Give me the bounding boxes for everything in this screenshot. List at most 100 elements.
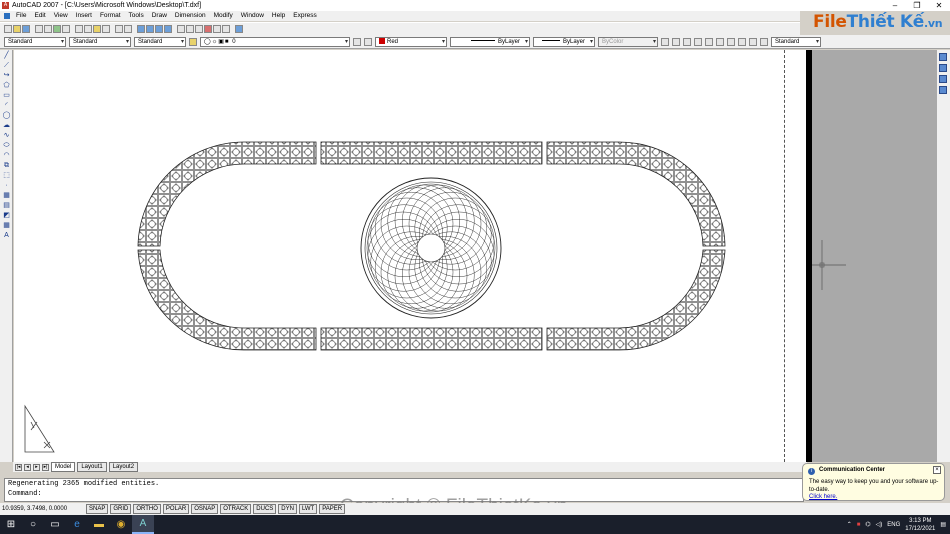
copy-icon[interactable] [84, 25, 92, 33]
restore-button[interactable]: ❐ [906, 0, 928, 11]
search-icon[interactable]: ○ [22, 515, 44, 534]
document-icon[interactable] [4, 13, 10, 19]
save-icon[interactable] [22, 25, 30, 33]
volume-icon[interactable]: ◁) [876, 521, 883, 528]
chrome-icon[interactable]: ◉ [110, 515, 132, 534]
polygon-icon[interactable]: ⬠ [2, 82, 11, 90]
menu-insert[interactable]: Insert [72, 11, 96, 21]
plot-preview-icon[interactable] [44, 25, 52, 33]
circle-icon[interactable]: ◯ [2, 112, 11, 120]
antivirus-icon[interactable]: ■ [857, 522, 861, 528]
tab-layout1[interactable]: Layout1 [77, 462, 107, 472]
insert-block-icon[interactable]: ⧉ [2, 162, 11, 170]
notifications-icon[interactable]: ▤ [940, 521, 946, 528]
drawing-area[interactable] [14, 50, 784, 462]
menu-window[interactable]: Window [237, 11, 268, 21]
cut-icon[interactable] [75, 25, 83, 33]
next-tab-nav[interactable]: ▸ [33, 463, 40, 471]
ellipse-icon[interactable]: ⬭ [2, 142, 11, 150]
construction-line-icon[interactable]: ⟋ [2, 62, 11, 70]
plot-icon[interactable] [35, 25, 43, 33]
dim-leader-icon[interactable] [749, 37, 757, 46]
clock[interactable]: 3:13 PM 17/12/2021 [905, 517, 935, 533]
dim-aligned-icon[interactable] [672, 37, 680, 46]
ducs-toggle[interactable]: DUCS [253, 504, 277, 514]
grid-toggle[interactable]: GRID [110, 504, 132, 514]
last-tab-nav[interactable]: ▸| [42, 463, 49, 471]
match-properties-icon[interactable] [102, 25, 110, 33]
hatch-icon[interactable]: ▦ [2, 192, 11, 200]
file-explorer-icon[interactable]: ▬ [88, 515, 110, 534]
task-view-icon[interactable]: ▭ [44, 515, 66, 534]
menu-express[interactable]: Express [289, 11, 320, 21]
text-style-select[interactable]: Standard [4, 36, 66, 47]
markup-icon[interactable] [213, 25, 221, 33]
coordinate-readout[interactable]: 10.9359, 3.7498, 0.0000 [2, 506, 84, 512]
mirror-icon[interactable] [939, 75, 947, 83]
open-icon[interactable] [13, 25, 21, 33]
zoom-previous-icon[interactable] [164, 25, 172, 33]
menu-modify[interactable]: Modify [210, 11, 237, 21]
region-icon[interactable]: ◩ [2, 212, 11, 220]
dim-continue-icon[interactable] [738, 37, 746, 46]
dim-style-right-select[interactable]: Standard [771, 36, 821, 47]
help-icon[interactable] [235, 25, 243, 33]
menu-format[interactable]: Format [96, 11, 125, 21]
zoom-realtime-icon[interactable] [146, 25, 154, 33]
pan-icon[interactable] [137, 25, 145, 33]
layer-manager-icon[interactable] [189, 37, 197, 46]
dim-linear-icon[interactable] [661, 37, 669, 46]
start-icon[interactable]: ⊞ [0, 515, 22, 534]
dim-radius-icon[interactable] [694, 37, 702, 46]
polar-toggle[interactable]: POLAR [162, 504, 190, 514]
layer-previous-icon[interactable] [364, 37, 372, 46]
color-select[interactable]: Red [375, 36, 447, 47]
rectangle-icon[interactable]: ▭ [2, 92, 11, 100]
paste-icon[interactable] [93, 25, 101, 33]
lineweight-select[interactable]: ByLayer [533, 36, 595, 47]
dim-baseline-icon[interactable] [727, 37, 735, 46]
menu-dimension[interactable]: Dimension [171, 11, 210, 21]
menu-draw[interactable]: Draw [148, 11, 171, 21]
table-icon[interactable]: ▦ [2, 222, 11, 230]
popup-close-button[interactable]: × [933, 466, 941, 474]
close-button[interactable]: ✕ [928, 0, 950, 11]
make-block-icon[interactable]: ⬚ [2, 172, 11, 180]
menu-help[interactable]: Help [268, 11, 289, 21]
dim-style-select[interactable]: Standard [69, 36, 131, 47]
minimize-button[interactable]: – [884, 0, 906, 11]
arc-icon[interactable]: ◜ [2, 102, 11, 110]
osnap-toggle[interactable]: OSNAP [191, 504, 219, 514]
dim-diameter-icon[interactable] [705, 37, 713, 46]
point-icon[interactable]: · [2, 182, 11, 190]
sheet-set-icon[interactable] [204, 25, 212, 33]
table-style-select[interactable]: Standard [134, 36, 186, 47]
publish-icon[interactable] [53, 25, 61, 33]
properties-icon[interactable] [177, 25, 185, 33]
ortho-toggle[interactable]: ORTHO [133, 504, 161, 514]
tab-layout2[interactable]: Layout2 [108, 462, 139, 472]
paper-toggle[interactable]: PAPER [319, 504, 346, 514]
spline-icon[interactable]: ∿ [2, 132, 11, 140]
erase-icon[interactable] [939, 53, 947, 61]
dim-tolerance-icon[interactable] [760, 37, 768, 46]
popup-link[interactable]: Click here. [809, 494, 940, 500]
polyline-icon[interactable]: ↪ [2, 72, 11, 80]
tool-palettes-icon[interactable] [195, 25, 203, 33]
quickcalc-icon[interactable] [222, 25, 230, 33]
network-icon[interactable]: ⌬ [865, 521, 870, 528]
prev-tab-nav[interactable]: ◂ [24, 463, 31, 471]
line-icon[interactable]: ╱ [2, 52, 11, 60]
new-icon[interactable] [4, 25, 12, 33]
layer-select[interactable]: ◯☼▣■ 0 [200, 36, 350, 47]
lwt-toggle[interactable]: LWT [298, 504, 318, 514]
ellipse-arc-icon[interactable]: ◠ [2, 152, 11, 160]
offset-icon[interactable] [939, 86, 947, 94]
undo-icon[interactable] [115, 25, 123, 33]
otrack-toggle[interactable]: OTRACK [220, 504, 252, 514]
3dprint-icon[interactable] [62, 25, 70, 33]
zoom-window-icon[interactable] [155, 25, 163, 33]
snap-toggle[interactable]: SNAP [86, 504, 109, 514]
menu-edit[interactable]: Edit [30, 11, 49, 21]
copy-object-icon[interactable] [939, 64, 947, 72]
